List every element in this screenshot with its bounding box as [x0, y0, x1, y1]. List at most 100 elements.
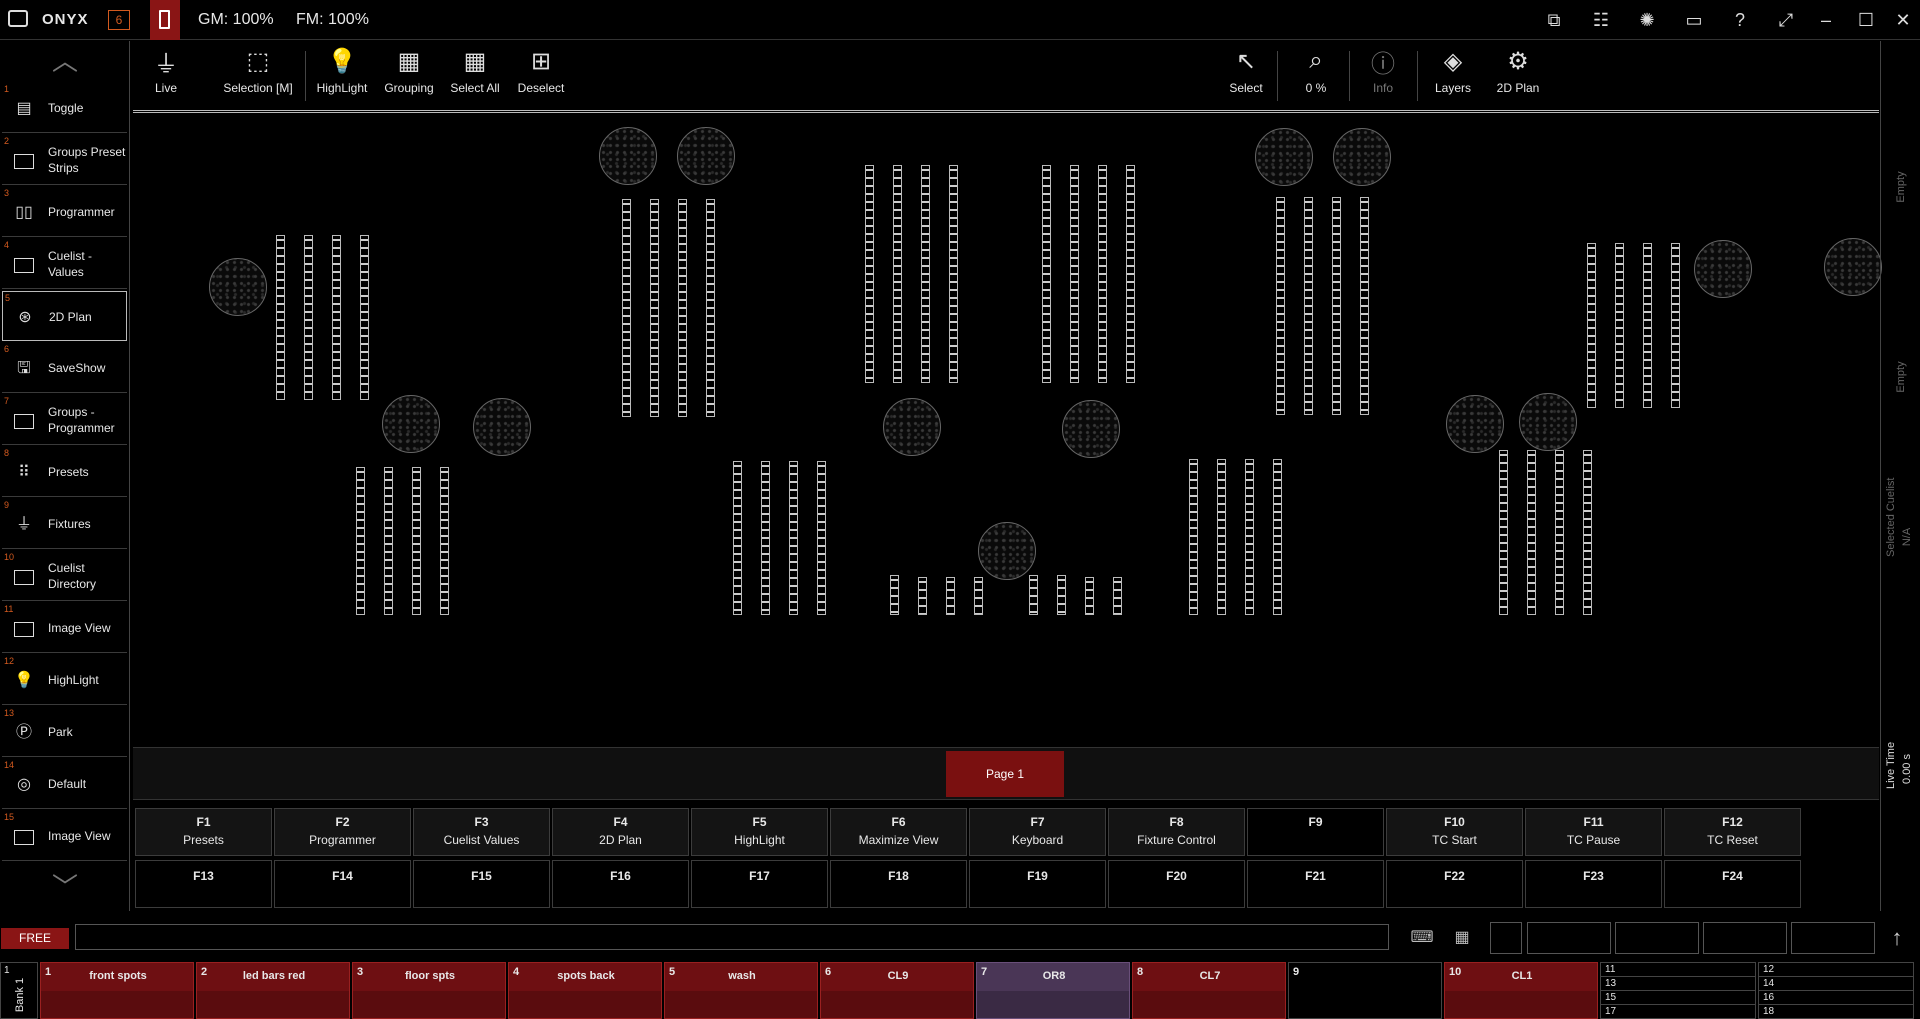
grand-master-readout[interactable]: GM: 100%	[198, 11, 274, 29]
wash-fixture[interactable]	[978, 522, 1036, 580]
f20-button[interactable]: F20	[1108, 860, 1245, 908]
led-bar-fixture[interactable]	[332, 235, 341, 400]
cuelist-button[interactable]: 5 wash	[664, 962, 818, 1019]
sidebar-item-presets[interactable]: 8 ⠿ Presets	[2, 447, 127, 497]
f6-button[interactable]: F6 Maximize View	[830, 808, 967, 856]
wash-fixture[interactable]	[1824, 238, 1882, 296]
sidebar-toggle-button[interactable]	[150, 0, 180, 40]
led-bar-fixture[interactable]	[918, 577, 927, 615]
wash-fixture[interactable]	[382, 395, 440, 453]
led-bar-fixture[interactable]	[1042, 165, 1051, 383]
led-bar-fixture[interactable]	[1671, 243, 1680, 408]
cuelist-button[interactable]: 2 led bars red	[196, 962, 350, 1019]
wash-fixture[interactable]	[677, 127, 735, 185]
command-line-input[interactable]	[75, 924, 1389, 950]
cuelist-button[interactable]: 8 CL7	[1132, 962, 1286, 1019]
flash-master-readout[interactable]: FM: 100%	[296, 11, 369, 29]
led-bar-fixture[interactable]	[974, 577, 983, 615]
led-bar-fixture[interactable]	[678, 199, 687, 417]
f19-button[interactable]: F19	[969, 860, 1106, 908]
cuelist-button[interactable]: 7 OR8	[976, 962, 1130, 1019]
chat-icon[interactable]: ▭	[1681, 8, 1707, 32]
led-bar-fixture[interactable]	[356, 467, 365, 615]
layers-button[interactable]: ◈ Layers	[1423, 41, 1483, 109]
f9-button[interactable]: F9	[1247, 808, 1384, 856]
cuelist-button[interactable]: 4 spots back	[508, 962, 662, 1019]
f23-button[interactable]: F23	[1525, 860, 1662, 908]
led-bar-fixture[interactable]	[1029, 575, 1038, 615]
wash-fixture[interactable]	[883, 398, 941, 456]
list-item[interactable]: 17	[1601, 1005, 1755, 1019]
f15-button[interactable]: F15	[413, 860, 550, 908]
led-bar-fixture[interactable]	[1217, 459, 1226, 615]
led-bar-fixture[interactable]	[622, 199, 631, 417]
led-bar-fixture[interactable]	[1360, 197, 1369, 415]
help-icon[interactable]: ?	[1727, 8, 1753, 32]
led-bar-fixture[interactable]	[276, 235, 285, 400]
list-item[interactable]: 16	[1759, 991, 1913, 1005]
led-bar-fixture[interactable]	[304, 235, 313, 400]
arrow-up-icon[interactable]: ↑	[1884, 924, 1910, 952]
list-item[interactable]: 15	[1601, 991, 1755, 1005]
wash-fixture[interactable]	[599, 127, 657, 185]
led-bar-fixture[interactable]	[817, 461, 826, 615]
f22-button[interactable]: F22	[1386, 860, 1523, 908]
led-bar-fixture[interactable]	[1276, 197, 1285, 415]
wash-fixture[interactable]	[1446, 395, 1504, 453]
keyboard-icon[interactable]: ⌨	[1404, 928, 1440, 948]
led-bar-fixture[interactable]	[1113, 577, 1122, 615]
led-bar-fixture[interactable]	[1085, 577, 1094, 615]
small-square-button[interactable]	[1490, 922, 1522, 954]
led-bar-fixture[interactable]	[1587, 243, 1596, 408]
onyx-logo-icon[interactable]	[8, 10, 28, 27]
scroll-up-icon[interactable]: ︿	[0, 41, 130, 81]
free-button[interactable]: FREE	[1, 928, 69, 949]
2d-plan-canvas[interactable]	[133, 110, 1882, 746]
grouping-button[interactable]: ▦ Grouping	[377, 41, 441, 109]
led-bar-fixture[interactable]	[761, 461, 770, 615]
f10-button[interactable]: F10 TC Start	[1386, 808, 1523, 856]
led-bar-fixture[interactable]	[412, 467, 421, 615]
f12-button[interactable]: F12 TC Reset	[1664, 808, 1801, 856]
f24-button[interactable]: F24	[1664, 860, 1801, 908]
led-bar-fixture[interactable]	[360, 235, 369, 400]
sidebar-item-groups-preset-strips[interactable]: 2 Groups Preset Strips	[2, 135, 127, 185]
sidebar-item-toggle[interactable]: 1 ▤ Toggle	[2, 83, 127, 133]
led-bar-fixture[interactable]	[1057, 575, 1066, 615]
led-bar-fixture[interactable]	[946, 577, 955, 615]
led-bar-fixture[interactable]	[949, 165, 958, 383]
plan-settings-button[interactable]: ⚙ 2D Plan	[1487, 41, 1549, 109]
live-button[interactable]: ⏚ Live	[141, 41, 191, 109]
highlight-button[interactable]: 💡 HighLight	[311, 41, 373, 109]
f2-button[interactable]: F2 Programmer	[274, 808, 411, 856]
sidebar-item-park[interactable]: 13 Ⓟ Park	[2, 707, 127, 757]
wash-fixture[interactable]	[1062, 400, 1120, 458]
led-bar-fixture[interactable]	[893, 165, 902, 383]
wash-fixture[interactable]	[473, 398, 531, 456]
list-item[interactable]: 12	[1759, 963, 1913, 977]
wash-fixture[interactable]	[1333, 128, 1391, 186]
led-bar-fixture[interactable]	[1332, 197, 1341, 415]
f5-button[interactable]: F5 HighLight	[691, 808, 828, 856]
f8-button[interactable]: F8 Fixture Control	[1108, 808, 1245, 856]
faders-icon[interactable]: ☷	[1588, 8, 1614, 32]
f4-button[interactable]: F4 2D Plan	[552, 808, 689, 856]
cuelist-button[interactable]: 10 CL1	[1444, 962, 1598, 1019]
expand-icon[interactable]: ⤢	[1773, 8, 1799, 32]
led-bar-fixture[interactable]	[1245, 459, 1254, 615]
blank-button[interactable]	[1791, 922, 1875, 954]
f7-button[interactable]: F7 Keyboard	[969, 808, 1106, 856]
close-icon[interactable]: ✕	[1890, 8, 1916, 32]
cuelist-button[interactable]: 6 CL9	[820, 962, 974, 1019]
led-bar-fixture[interactable]	[384, 467, 393, 615]
selection-button[interactable]: ⬚ Selection [M]	[213, 41, 303, 109]
led-bar-fixture[interactable]	[1615, 243, 1624, 408]
minimize-icon[interactable]: –	[1813, 8, 1839, 32]
sidebar-item-saveshow[interactable]: 6 🖫 SaveShow	[2, 343, 127, 393]
sidebar-item-highlight[interactable]: 12 💡 HighLight	[2, 655, 127, 705]
led-bar-fixture[interactable]	[1126, 165, 1135, 383]
sidebar-item-2d-plan[interactable]: 5 ⊛ 2D Plan	[2, 291, 127, 341]
blank-button[interactable]	[1615, 922, 1699, 954]
f13-button[interactable]: F13	[135, 860, 272, 908]
select-tool-button[interactable]: ↖ Select	[1219, 41, 1273, 109]
